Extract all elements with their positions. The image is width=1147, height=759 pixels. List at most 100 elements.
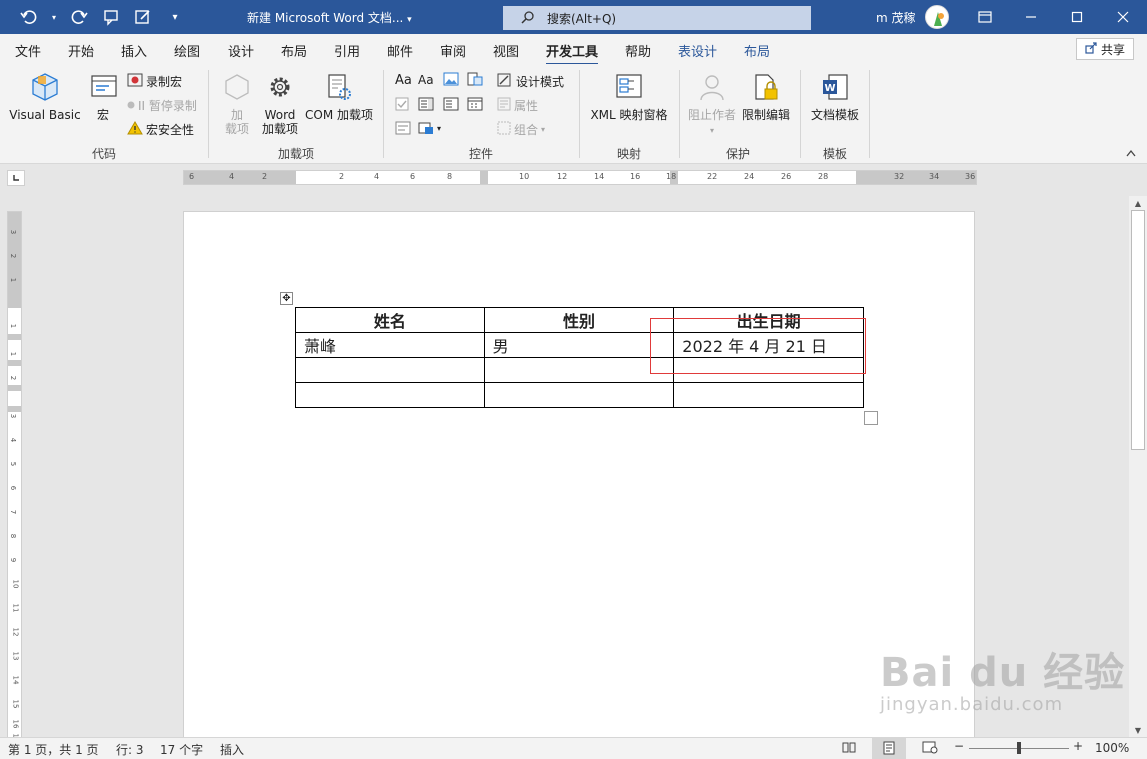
legacy-tools-icon[interactable]	[395, 121, 411, 135]
line-number[interactable]: 行: 3	[116, 741, 144, 758]
rich-text-control-button[interactable]: Aa	[395, 73, 412, 88]
search-icon	[521, 10, 535, 27]
insert-comment-icon[interactable]	[100, 6, 122, 28]
picture-control-icon[interactable]	[443, 72, 459, 86]
user-name[interactable]: m 茂稼	[876, 9, 916, 26]
checkbox-control-icon[interactable]	[395, 97, 411, 111]
table-move-handle[interactable]: ✥	[280, 292, 293, 305]
table-resize-handle[interactable]	[864, 411, 878, 425]
insert-mode[interactable]: 插入	[220, 741, 244, 758]
document-page[interactable]	[183, 211, 975, 741]
group-button[interactable]: 组合 ▾	[497, 121, 545, 138]
scroll-up-icon[interactable]: ▲	[1129, 196, 1147, 210]
ruler-number: 34	[929, 172, 940, 181]
scroll-down-icon[interactable]: ▼	[1129, 723, 1147, 737]
page-count[interactable]: 第 1 页，共 1 页	[8, 741, 99, 758]
zoom-out-button[interactable]: −	[954, 739, 964, 753]
tab-selector[interactable]	[7, 170, 25, 186]
table-cell[interactable]	[483, 382, 675, 408]
table-cell[interactable]: 男	[483, 332, 675, 358]
tab-table-layout[interactable]: 布局	[744, 41, 770, 60]
pause-icon	[127, 99, 135, 113]
restrict-editing-button[interactable]: 限制编辑	[740, 70, 792, 122]
ruler-number: 22	[707, 172, 718, 181]
visual-basic-button[interactable]: Visual Basic	[8, 70, 82, 122]
tab-view[interactable]: 视图	[493, 41, 519, 60]
table-cell[interactable]	[483, 357, 675, 383]
table-cell[interactable]	[673, 382, 864, 408]
design-mode-button[interactable]: 设计模式	[497, 73, 564, 90]
tab-layout[interactable]: 布局	[281, 41, 307, 60]
tab-table-design[interactable]: 表设计	[678, 41, 717, 60]
chevron-down-icon: ▾	[437, 123, 442, 133]
table-header-cell[interactable]: 姓名	[295, 307, 485, 333]
drop-down-list-control-icon[interactable]	[443, 97, 459, 111]
zoom-level[interactable]: 100%	[1095, 741, 1129, 755]
print-layout-icon[interactable]	[872, 738, 906, 759]
tab-help[interactable]: 帮助	[625, 41, 651, 60]
tab-mailings[interactable]: 邮件	[387, 41, 413, 60]
scroll-thumb[interactable]	[1131, 210, 1145, 450]
word-count[interactable]: 17 个字	[160, 741, 203, 758]
pause-recording-button[interactable]: II 暂停录制	[127, 97, 197, 114]
ruler-row-marker	[8, 360, 21, 366]
vertical-scrollbar[interactable]: ▲ ▼	[1129, 196, 1147, 737]
ruler-number: 16	[11, 719, 20, 729]
word-add-ins-button[interactable]: Word 加载项	[258, 70, 302, 136]
chevron-down-icon[interactable]: ▾	[50, 6, 58, 28]
repeating-section-icon[interactable]: ▾	[418, 121, 441, 135]
block-authors-button[interactable]: 阻止作者 ▾	[686, 70, 738, 138]
avatar[interactable]	[925, 5, 949, 29]
title-bar: ▾ ▾ 新建 Microsoft Word 文档... ▾ 搜索(Alt+Q) …	[0, 0, 1147, 34]
record-macro-button[interactable]: 录制宏	[127, 73, 182, 90]
search-box[interactable]: 搜索(Alt+Q)	[503, 6, 811, 30]
ruler-number: 10	[519, 172, 530, 181]
tab-design[interactable]: 设计	[228, 41, 254, 60]
plain-text-control-button[interactable]: Aa	[418, 73, 434, 87]
tab-home[interactable]: 开始	[68, 41, 94, 60]
macro-security-button[interactable]: 宏安全性	[127, 121, 194, 138]
minimize-icon[interactable]	[1008, 0, 1054, 34]
xml-mapping-pane-button[interactable]: XML 映射窗格	[588, 70, 670, 122]
tab-draw[interactable]: 绘图	[174, 41, 200, 60]
collapse-ribbon-icon[interactable]	[1126, 149, 1136, 160]
zoom-in-button[interactable]: +	[1073, 739, 1083, 753]
redo-icon[interactable]	[68, 6, 90, 28]
ribbon-display-options-icon[interactable]	[962, 0, 1008, 34]
date-picker-control-icon[interactable]	[467, 97, 483, 111]
tab-insert[interactable]: 插入	[121, 41, 147, 60]
undo-icon[interactable]	[18, 6, 40, 28]
read-mode-icon[interactable]	[842, 740, 856, 757]
share-icon	[1085, 41, 1097, 57]
maximize-icon[interactable]	[1054, 0, 1100, 34]
building-block-control-icon[interactable]	[467, 72, 483, 86]
close-icon[interactable]	[1100, 0, 1146, 34]
customize-qat-icon[interactable]: ▾	[164, 6, 186, 28]
tab-references[interactable]: 引用	[334, 41, 360, 60]
ruler-number: 5	[9, 461, 18, 467]
document-template-button[interactable]: W 文档模板	[808, 70, 862, 122]
share-button[interactable]: 共享	[1076, 38, 1134, 60]
table-cell[interactable]	[295, 382, 485, 408]
add-ins-button[interactable]: 加载项	[220, 70, 254, 136]
com-add-ins-button[interactable]: COM 加载项	[303, 70, 375, 122]
tab-developer[interactable]: 开发工具	[546, 41, 599, 66]
tab-file[interactable]: 文件	[15, 41, 41, 60]
horizontal-ruler[interactable]: 6 4 2 2 4 6 8 10 12 14 16 18 22 24 26 28 32 34 36	[183, 170, 977, 185]
vertical-ruler[interactable]: 32111234567891011121314151617	[7, 211, 22, 742]
ruler-number: 3	[9, 229, 18, 235]
table-cell[interactable]: 萧峰	[295, 332, 485, 358]
tab-review[interactable]: 审阅	[440, 41, 466, 60]
chevron-down-icon: ▾	[709, 126, 714, 135]
edit-form-icon[interactable]	[132, 6, 154, 28]
table-header-cell[interactable]: 性别	[483, 307, 675, 333]
table-cell[interactable]	[295, 357, 485, 383]
macros-button[interactable]: 宏	[87, 70, 119, 122]
web-layout-icon[interactable]	[922, 740, 938, 757]
ruler-number: 10	[11, 579, 20, 589]
properties-button[interactable]: 属性	[497, 97, 538, 114]
ruler-number: 11	[11, 603, 20, 613]
zoom-slider-thumb[interactable]	[1017, 742, 1021, 754]
combo-box-control-icon[interactable]	[418, 97, 434, 111]
document-title[interactable]: 新建 Microsoft Word 文档... ▾	[247, 9, 412, 26]
